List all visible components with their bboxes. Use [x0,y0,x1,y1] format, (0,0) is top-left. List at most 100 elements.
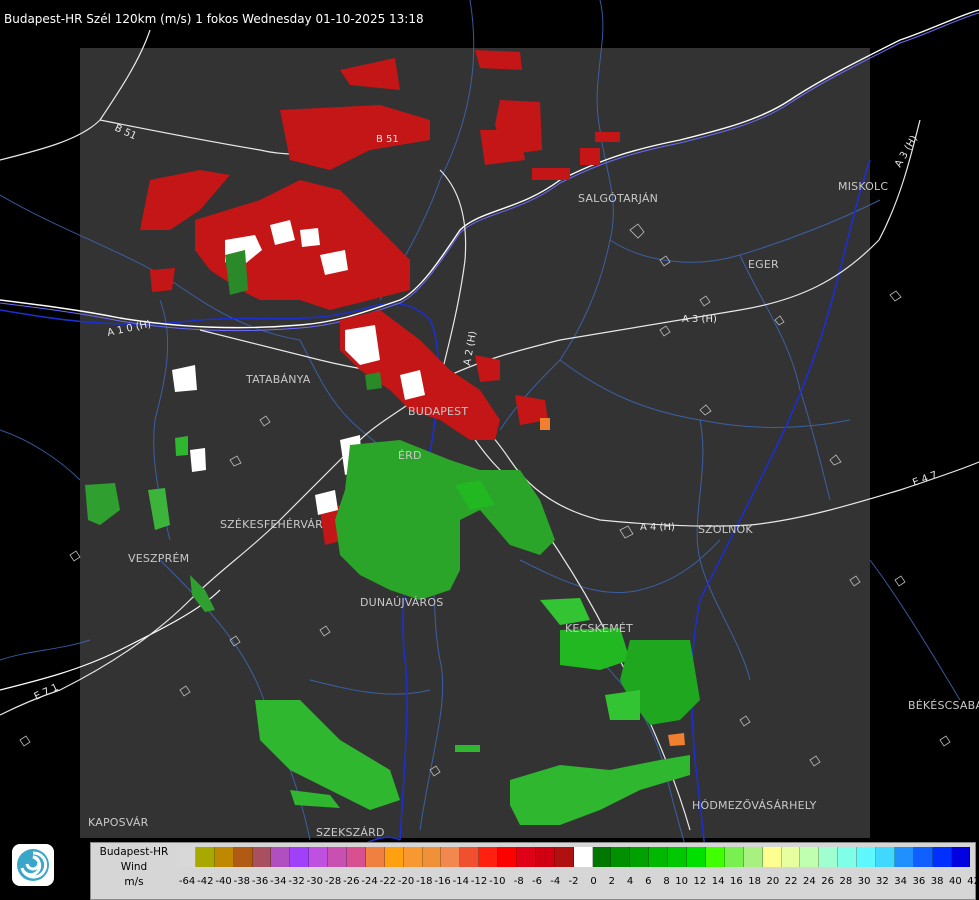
legend-swatch [290,847,310,867]
legend-swatch [177,847,196,867]
legend-swatch [611,847,631,867]
city-label: KAPOSVÁR [88,816,149,829]
legend-label-line: Wind [120,861,148,873]
legend-tick: 10 [675,876,688,887]
city-label: BÉKÉSCSABA [908,699,979,712]
legend-label: Budapest-HR Wind m/s [91,845,177,890]
city-label: KECSKEMÉT [565,622,633,635]
legend-swatch [347,847,366,867]
legend-tick: -16 [434,876,451,887]
legend-tick: 38 [930,876,944,887]
legend-tick: 22 [784,876,798,887]
legend-tick: -22 [379,876,396,887]
legend-tick: 4 [626,876,634,887]
legend-swatch [328,847,348,867]
radar-map[interactable]: SALGÓTARJÁN MISKOLC EGER TATABÁNYA BUDAP… [0,0,979,900]
city-label: ÉRD [398,449,422,462]
legend-swatch [762,847,782,867]
city-label: SALGÓTARJÁN [578,192,658,205]
legend-tick: -4 [550,876,561,887]
legend-swatch [195,847,215,867]
legend-tick-labels: -64 -42 -40 -38 -36 -34 -32 -30 -28 -26 -24 -22 -20-… [177,876,979,887]
legend-swatch [271,847,291,867]
legend-swatch [951,847,971,867]
city-label: EGER [748,258,779,271]
radar-logo [12,844,54,886]
road-label: E 4 7 [911,470,939,489]
legend-tick: -42 [197,876,214,887]
swirl-logo-icon [17,849,49,881]
legend-swatch [932,847,952,867]
legend-swatch [498,847,518,867]
legend-tick: -30 [306,876,323,887]
legend-label-line: Budapest-HR [99,846,169,858]
legend-tick: 20 [766,876,780,887]
city-label: DUNAÚJVÁROS [360,596,443,609]
legend-tick: 34 [894,876,907,887]
legend-swatch [517,847,536,867]
legend-tick: 36 [912,876,926,887]
legend-swatch [403,847,423,867]
legend-swatch [535,847,555,867]
legend-swatch [781,847,801,867]
legend-swatch [913,847,933,867]
road-label: A 4 (H) [640,522,675,533]
road-label: A 3 (H) [682,314,717,325]
color-legend: Budapest-HR Wind m/s -64 -42 -40 -38 -36 -34-… [90,842,979,900]
radar-coverage-area [80,48,870,838]
city-label: MISKOLC [838,180,888,193]
legend-tick: 0 [590,876,597,887]
legend-tick: 8 [663,876,670,887]
legend-tick: 18 [748,876,761,887]
legend-tick: -32 [288,876,305,887]
legend-tick: 14 [711,876,725,887]
road-label: A 3 (H) [893,134,920,170]
legend-tick: -6 [532,876,542,887]
legend-swatch [592,847,612,867]
legend-tick: 42 [967,876,979,887]
legend-swatch [894,847,914,867]
legend-swatch [705,847,725,867]
legend-tick: 28 [839,876,853,887]
legend-tick: -2 [568,876,579,887]
legend-swatch [857,847,876,867]
legend-swatch [252,847,272,867]
legend-swatch [573,847,593,867]
legend-tick: 6 [645,876,652,887]
legend-swatch [460,847,480,867]
road-label: E 7 1 [33,682,61,703]
legend-tick: -18 [416,876,433,887]
legend-tick: 30 [857,876,871,887]
legend-swatch [800,847,820,867]
legend-tick: 24 [803,876,816,887]
legend-swatch [214,847,234,867]
legend-swatch [743,847,763,867]
legend-swatch [233,847,253,867]
city-label: TATABÁNYA [245,373,311,386]
legend-tick: -34 [270,876,287,887]
legend-color-swatches [177,847,971,867]
legend-swatch [687,847,706,867]
legend-swatch [724,847,744,867]
legend-swatch [309,847,329,867]
legend-swatch [422,847,442,867]
legend-tick: -40 [215,876,232,887]
legend-tick: -20 [397,876,415,887]
legend-tick: -10 [489,876,506,887]
legend-swatch [668,847,688,867]
legend-tick: -8 [513,876,524,887]
legend-swatch [819,847,839,867]
legend-tick: 40 [949,876,962,887]
legend-tick: 32 [876,876,889,887]
legend-swatch [479,847,499,867]
city-label: SZEKSZÁRD [316,826,385,839]
legend-swatch [630,847,650,867]
legend-tick: 12 [693,876,707,887]
city-label: SZÉKESFEHÉRVÁR [220,518,323,531]
city-label: VESZPRÉM [128,552,189,565]
legend-label-line: m/s [124,876,144,888]
legend-tick: 26 [821,876,834,887]
legend-tick: -14 [452,876,469,887]
legend-swatch [441,847,461,867]
legend-tick: 16 [730,876,743,887]
